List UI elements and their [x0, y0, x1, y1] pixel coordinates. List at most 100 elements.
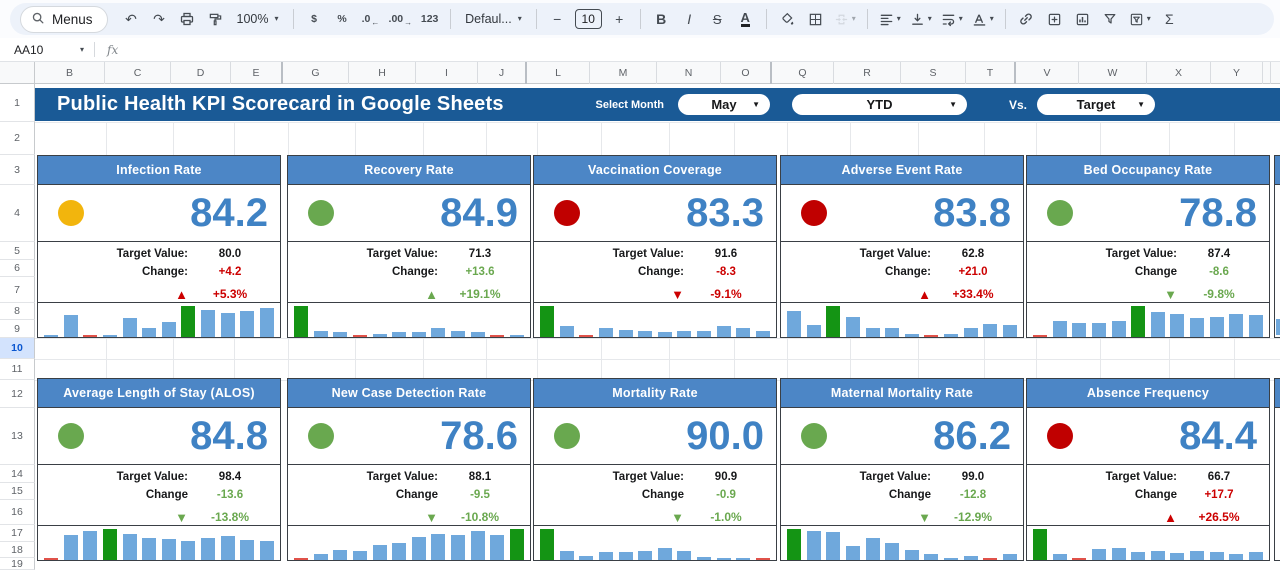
- horizontal-align-icon[interactable]: ▾: [876, 6, 904, 32]
- change-value: +17.7: [1204, 489, 1234, 501]
- select-all-corner[interactable]: [0, 62, 35, 84]
- redo-icon[interactable]: ↷: [147, 6, 172, 32]
- merge-cells-icon[interactable]: ▾: [831, 6, 859, 32]
- column-header-N[interactable]: N: [657, 62, 721, 84]
- kpi-card: Vaccination Coverage 83.3 Target Value: …: [533, 155, 777, 338]
- period-select[interactable]: YTD ▼: [791, 94, 967, 115]
- column-headers: BCDEGHIJLMNOQRSTVWXY: [35, 62, 1280, 84]
- insert-link-icon[interactable]: [1014, 6, 1039, 32]
- row-header-7[interactable]: 7: [0, 277, 35, 303]
- column-header-M[interactable]: M: [590, 62, 657, 84]
- column-header-X[interactable]: X: [1147, 62, 1211, 84]
- row-header-1[interactable]: 1: [0, 84, 35, 122]
- percent-icon[interactable]: %: [330, 6, 355, 32]
- name-box-caret-icon[interactable]: ▾: [80, 45, 84, 54]
- functions-icon[interactable]: Σ: [1157, 6, 1182, 32]
- spark-bar: [1002, 325, 1017, 337]
- status-dot: [58, 200, 84, 226]
- column-header-V[interactable]: V: [1016, 62, 1079, 84]
- column-header-W[interactable]: W: [1079, 62, 1147, 84]
- kpi-details: Target Value: 66.7 Change +17.7 ▲ +26.5%: [1027, 464, 1269, 525]
- column-header-B[interactable]: B: [35, 62, 105, 84]
- chevron-down-icon: ▼: [1137, 100, 1145, 109]
- create-filter-icon[interactable]: [1098, 6, 1123, 32]
- column-header-C[interactable]: C: [105, 62, 171, 84]
- row-header-2[interactable]: 2: [0, 122, 35, 155]
- kpi-value: 78.8: [1179, 191, 1257, 235]
- column-header-L[interactable]: L: [527, 62, 590, 84]
- row-header-11[interactable]: 11: [0, 359, 35, 380]
- compare-select[interactable]: Target ▼: [1037, 94, 1155, 115]
- text-rotation-icon[interactable]: ▾: [969, 6, 997, 32]
- row-header-17[interactable]: 17: [0, 525, 35, 542]
- column-header-Y[interactable]: Y: [1211, 62, 1263, 84]
- paint-format-icon[interactable]: [203, 6, 228, 32]
- increase-font-size-icon[interactable]: +: [607, 6, 632, 32]
- formula-input[interactable]: [118, 38, 1280, 61]
- column-header-R[interactable]: R: [834, 62, 901, 84]
- column-header-G[interactable]: G: [283, 62, 349, 84]
- font-size-input[interactable]: 10: [574, 9, 602, 29]
- decrease-font-size-icon[interactable]: −: [545, 6, 570, 32]
- fill-color-icon[interactable]: [775, 6, 800, 32]
- column-header-I[interactable]: I: [416, 62, 478, 84]
- spark-bar: [638, 331, 653, 337]
- menus-button[interactable]: Menus: [20, 5, 108, 33]
- row-header-4[interactable]: 4: [0, 185, 35, 242]
- chevron-down-icon: ▼: [949, 100, 957, 109]
- custom-number-format-icon[interactable]: 123: [417, 6, 442, 32]
- insert-chart-icon[interactable]: [1070, 6, 1095, 32]
- font-select[interactable]: Defaul... ▾: [459, 6, 528, 32]
- row-header-5[interactable]: 5: [0, 242, 35, 260]
- filter-views-icon[interactable]: ▾: [1126, 6, 1154, 32]
- column-header-H[interactable]: H: [349, 62, 416, 84]
- next-card-sliver-top: [1274, 155, 1280, 338]
- month-select[interactable]: May ▼: [677, 94, 770, 115]
- spark-bar: [411, 537, 426, 560]
- next-card-header-sliver: [1275, 156, 1280, 185]
- cell-name-box[interactable]: AA10 ▾: [0, 43, 92, 57]
- row-header-16[interactable]: 16: [0, 500, 35, 525]
- row-header-13[interactable]: 13: [0, 408, 35, 465]
- zoom-select[interactable]: 100% ▾: [231, 6, 285, 32]
- column-header-Q[interactable]: Q: [772, 62, 834, 84]
- row-header-8[interactable]: 8: [0, 303, 35, 320]
- column-header-partial[interactable]: [1263, 62, 1271, 84]
- undo-icon[interactable]: ↶: [119, 6, 144, 32]
- target-value: 71.3: [468, 248, 492, 260]
- spark-bar: [559, 326, 574, 337]
- row-header-6[interactable]: 6: [0, 260, 35, 277]
- bold-icon[interactable]: B: [649, 6, 674, 32]
- column-header-E[interactable]: E: [231, 62, 283, 84]
- column-header-D[interactable]: D: [171, 62, 231, 84]
- spark-bar: [122, 534, 137, 560]
- column-header-S[interactable]: S: [901, 62, 966, 84]
- change-row: Change -0.9: [534, 486, 776, 504]
- text-wrap-icon[interactable]: ▾: [938, 6, 966, 32]
- row-header-18[interactable]: 18: [0, 542, 35, 558]
- spark-bar: [904, 334, 919, 337]
- row-header-19[interactable]: 19: [0, 558, 35, 570]
- increase-decimal-icon[interactable]: .00 →: [386, 6, 415, 32]
- column-header-J[interactable]: J: [478, 62, 527, 84]
- row-header-3[interactable]: 3: [0, 155, 35, 185]
- row-header-14[interactable]: 14: [0, 465, 35, 483]
- row-header-15[interactable]: 15: [0, 483, 35, 500]
- column-header-T[interactable]: T: [966, 62, 1016, 84]
- vertical-align-icon[interactable]: ▾: [907, 6, 935, 32]
- text-color-icon[interactable]: A: [733, 6, 758, 32]
- decrease-decimal-icon[interactable]: .0 ←: [358, 6, 383, 32]
- spark-bar: [490, 535, 505, 560]
- borders-icon[interactable]: [803, 6, 828, 32]
- gridline: [537, 122, 538, 155]
- row-header-12[interactable]: 12: [0, 380, 35, 408]
- row-header-9[interactable]: 9: [0, 320, 35, 338]
- column-header-O[interactable]: O: [721, 62, 772, 84]
- row-header-10[interactable]: 10: [0, 338, 35, 359]
- currency-icon[interactable]: $: [302, 6, 327, 32]
- italic-icon[interactable]: I: [677, 6, 702, 32]
- print-icon[interactable]: [175, 6, 200, 32]
- insert-comment-icon[interactable]: [1042, 6, 1067, 32]
- sheet-grid[interactable]: Public Health KPI Scorecard in Google Sh…: [35, 84, 1280, 570]
- strikethrough-icon[interactable]: S: [705, 6, 730, 32]
